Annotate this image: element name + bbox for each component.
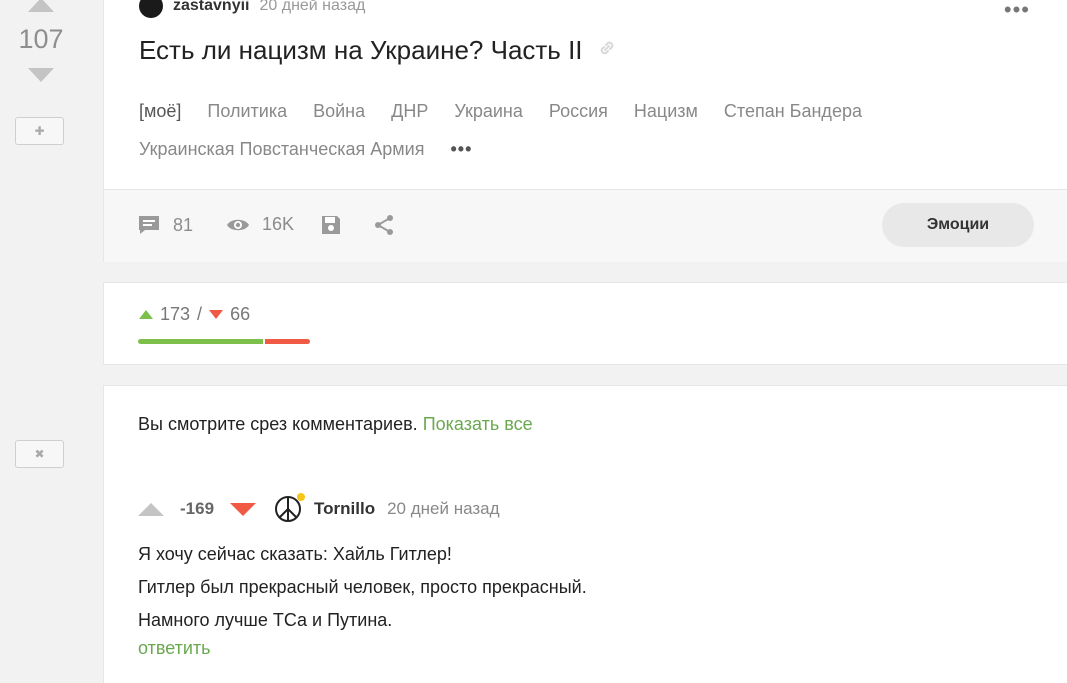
tag-item[interactable]: Россия: [549, 99, 608, 123]
votes-summary: 173 / 66: [139, 304, 250, 325]
comment-body: Я хочу сейчас сказать: Хайль Гитлер! Гит…: [138, 538, 587, 637]
comment: -169 Tornillo 20 дней назад Я хочу сейча…: [103, 461, 1067, 683]
minuses-count: 66: [230, 304, 251, 324]
post-rating: 107: [18, 24, 64, 54]
comment-header: -169 Tornillo 20 дней назад: [138, 493, 500, 523]
votes-card: 173 / 66: [103, 282, 1067, 365]
share-icon: [373, 214, 395, 236]
author-name[interactable]: zastavnyii: [173, 0, 249, 15]
vote-up-icon[interactable]: [28, 0, 54, 12]
save-button[interactable]: [320, 214, 342, 236]
online-dot: [297, 493, 306, 501]
comment-line: Я хочу сейчас сказать: Хайль Гитлер!: [138, 544, 452, 564]
emotions-button[interactable]: Эмоции: [882, 203, 1034, 247]
views-stat: 16K: [226, 214, 294, 235]
story-footer: 81 16K Эмоции: [104, 189, 1067, 262]
ratio-positive: [138, 339, 263, 344]
author-row: zastavnyii 20 дней назад: [139, 0, 366, 18]
comments-stat[interactable]: 81: [137, 214, 193, 236]
share-button[interactable]: [373, 214, 395, 236]
vote-down-icon[interactable]: [28, 68, 54, 82]
ratio-negative: [264, 339, 310, 344]
author-avatar[interactable]: [139, 0, 163, 18]
comments-count: 81: [173, 214, 194, 235]
left-rail: 107 ✚ ✖: [0, 0, 82, 683]
save-icon: [320, 214, 342, 236]
more-tags-button[interactable]: •••: [450, 137, 472, 161]
tag-list: [моё] Политика Война ДНР Украина Россия …: [139, 99, 919, 161]
tag-item[interactable]: Украина: [454, 99, 523, 123]
link-icon[interactable]: [597, 38, 617, 63]
tag-item[interactable]: ДНР: [391, 99, 428, 123]
reply-link[interactable]: ответить: [138, 638, 211, 659]
comment-time: 20 дней назад: [387, 499, 500, 518]
views-count: 16K: [262, 214, 295, 234]
post-title[interactable]: Есть ли нацизм на Украине? Часть II: [139, 35, 583, 66]
comment-vote-up-icon[interactable]: [138, 502, 164, 516]
post-title-row: Есть ли нацизм на Украине? Часть II: [139, 35, 617, 66]
comment-line: Гитлер был прекрасный человек, просто пр…: [138, 577, 587, 597]
story-card: zastavnyii 20 дней назад ••• Есть ли нац…: [103, 0, 1067, 262]
tag-mine[interactable]: [моё]: [139, 99, 181, 123]
tag-item[interactable]: Степан Бандера: [724, 99, 862, 123]
more-options-icon[interactable]: •••: [1004, 0, 1030, 23]
comment-avatar[interactable]: [274, 493, 306, 523]
slice-message: Вы смотрите срез комментариев. Показать …: [138, 414, 533, 435]
slice-text: Вы смотрите срез комментариев.: [138, 414, 418, 434]
comment-vote-down-icon[interactable]: [230, 502, 257, 516]
tag-item[interactable]: Война: [313, 99, 365, 123]
comment-author[interactable]: Tornillo: [314, 499, 375, 519]
show-all-link[interactable]: Показать все: [423, 414, 533, 434]
votes-ratio-bar: [138, 339, 310, 344]
comment-rating: -169: [180, 499, 215, 518]
tag-item[interactable]: Политика: [207, 99, 287, 123]
comment-slice-notice: Вы смотрите срез комментариев. Показать …: [103, 385, 1067, 462]
votes-separator: /: [197, 304, 203, 324]
minuses-icon: [209, 310, 224, 319]
comment-line: Намного лучше ТСа и Путина.: [138, 610, 393, 630]
comment-icon: [137, 214, 161, 236]
tag-item[interactable]: Украинская Повстанческая Армия: [139, 137, 424, 161]
collapse-comments-button[interactable]: ✖: [15, 440, 64, 468]
pluses-count: 173: [160, 304, 191, 324]
expand-button[interactable]: ✚: [15, 117, 64, 145]
post-time: 20 дней назад: [259, 0, 366, 14]
eye-icon: [226, 217, 250, 233]
pluses-icon: [139, 310, 153, 319]
tag-item[interactable]: Нацизм: [634, 99, 698, 123]
